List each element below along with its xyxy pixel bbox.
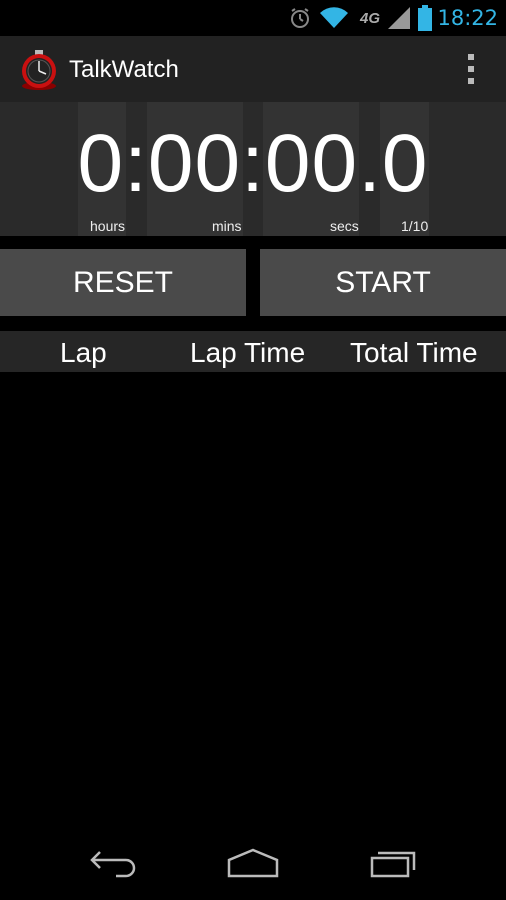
home-icon[interactable] (223, 846, 283, 880)
unit-mins: mins (212, 218, 242, 234)
back-icon[interactable] (83, 846, 143, 880)
menu-dot (468, 66, 474, 72)
alarm-icon (287, 0, 313, 36)
unit-hours: hours (90, 218, 126, 234)
stopwatch-icon[interactable] (20, 50, 58, 90)
timer-panel: 0:00:00.0 (0, 102, 506, 236)
column-total-time: Total Time (350, 337, 478, 368)
network-4g-icon: 4G (359, 9, 380, 27)
navigation-bar (0, 820, 506, 900)
action-bar: TalkWatch (0, 36, 506, 103)
app-title: TalkWatch (69, 56, 179, 83)
signal-icon (386, 0, 412, 36)
wifi-icon (318, 0, 350, 36)
lap-table-header: Lap Lap Time Total Time (0, 331, 506, 372)
timer-display: 0:00:00.0 (77, 118, 429, 209)
status-bar: 4G 18:22 (0, 0, 506, 36)
status-time: 18:22 (437, 6, 498, 30)
reset-button[interactable]: RESET (0, 249, 246, 316)
column-lap-time: Lap Time (190, 337, 306, 368)
unit-secs: secs (330, 218, 359, 234)
battery-icon (414, 0, 436, 36)
menu-dot (468, 78, 474, 84)
column-lap: Lap (60, 337, 107, 368)
start-button[interactable]: START (260, 249, 506, 316)
unit-tenths: 1/10 (401, 218, 429, 234)
overflow-menu-icon[interactable] (466, 54, 476, 84)
lap-list[interactable] (0, 372, 506, 820)
recent-apps-icon[interactable] (364, 846, 424, 880)
menu-dot (468, 54, 474, 60)
